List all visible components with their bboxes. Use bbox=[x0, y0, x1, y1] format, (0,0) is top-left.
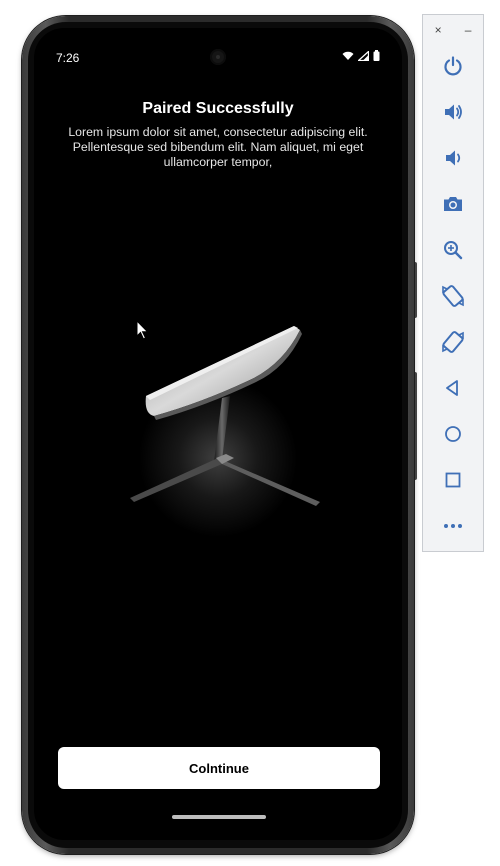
volume-up-icon bbox=[445, 104, 462, 120]
status-icons bbox=[342, 50, 380, 61]
more-button[interactable] bbox=[439, 512, 467, 540]
rotate-right-button[interactable] bbox=[439, 328, 467, 356]
battery-icon bbox=[373, 50, 380, 61]
front-camera bbox=[210, 49, 226, 65]
emulator-window: 7:26 Paired Successfully Lorem ipsum dol… bbox=[0, 0, 500, 866]
volume-up-button[interactable] bbox=[439, 98, 467, 126]
toolbar-window-controls: × – bbox=[423, 23, 483, 37]
back-button[interactable] bbox=[439, 374, 467, 402]
home-indicator[interactable] bbox=[172, 815, 266, 819]
zoom-button[interactable] bbox=[439, 236, 467, 264]
overview-icon bbox=[445, 472, 461, 488]
volume-down-button[interactable] bbox=[439, 144, 467, 172]
rotate-left-icon bbox=[442, 285, 464, 307]
home-icon bbox=[445, 426, 461, 442]
minimize-icon[interactable]: – bbox=[465, 23, 472, 37]
screenshot-button[interactable] bbox=[439, 190, 467, 218]
power-icon bbox=[444, 56, 462, 76]
volume-down-icon bbox=[446, 150, 461, 166]
power-button[interactable] bbox=[439, 52, 467, 80]
close-icon[interactable]: × bbox=[435, 23, 442, 37]
rotate-left-button[interactable] bbox=[439, 282, 467, 310]
page-title: Paired Successfully bbox=[142, 100, 294, 117]
status-time: 7:26 bbox=[56, 51, 80, 65]
satellite-dish-illustration bbox=[130, 326, 320, 506]
wifi-icon bbox=[342, 51, 354, 60]
device-screen: 7:26 Paired Successfully Lorem ipsum dol… bbox=[34, 28, 402, 840]
rotate-right-icon bbox=[442, 331, 464, 353]
more-icon bbox=[444, 524, 462, 528]
home-button[interactable] bbox=[439, 420, 467, 448]
mouse-cursor bbox=[136, 320, 149, 340]
cellular-icon bbox=[358, 50, 369, 61]
camera-icon bbox=[444, 197, 462, 211]
continue-button[interactable]: Colntinue bbox=[58, 747, 380, 789]
overview-button[interactable] bbox=[439, 466, 467, 494]
back-icon bbox=[446, 380, 458, 396]
zoom-icon bbox=[444, 241, 463, 260]
page-description: Lorem ipsum dolor sit amet, consectetur … bbox=[68, 125, 368, 169]
emulator-toolbar: × – bbox=[422, 14, 484, 552]
